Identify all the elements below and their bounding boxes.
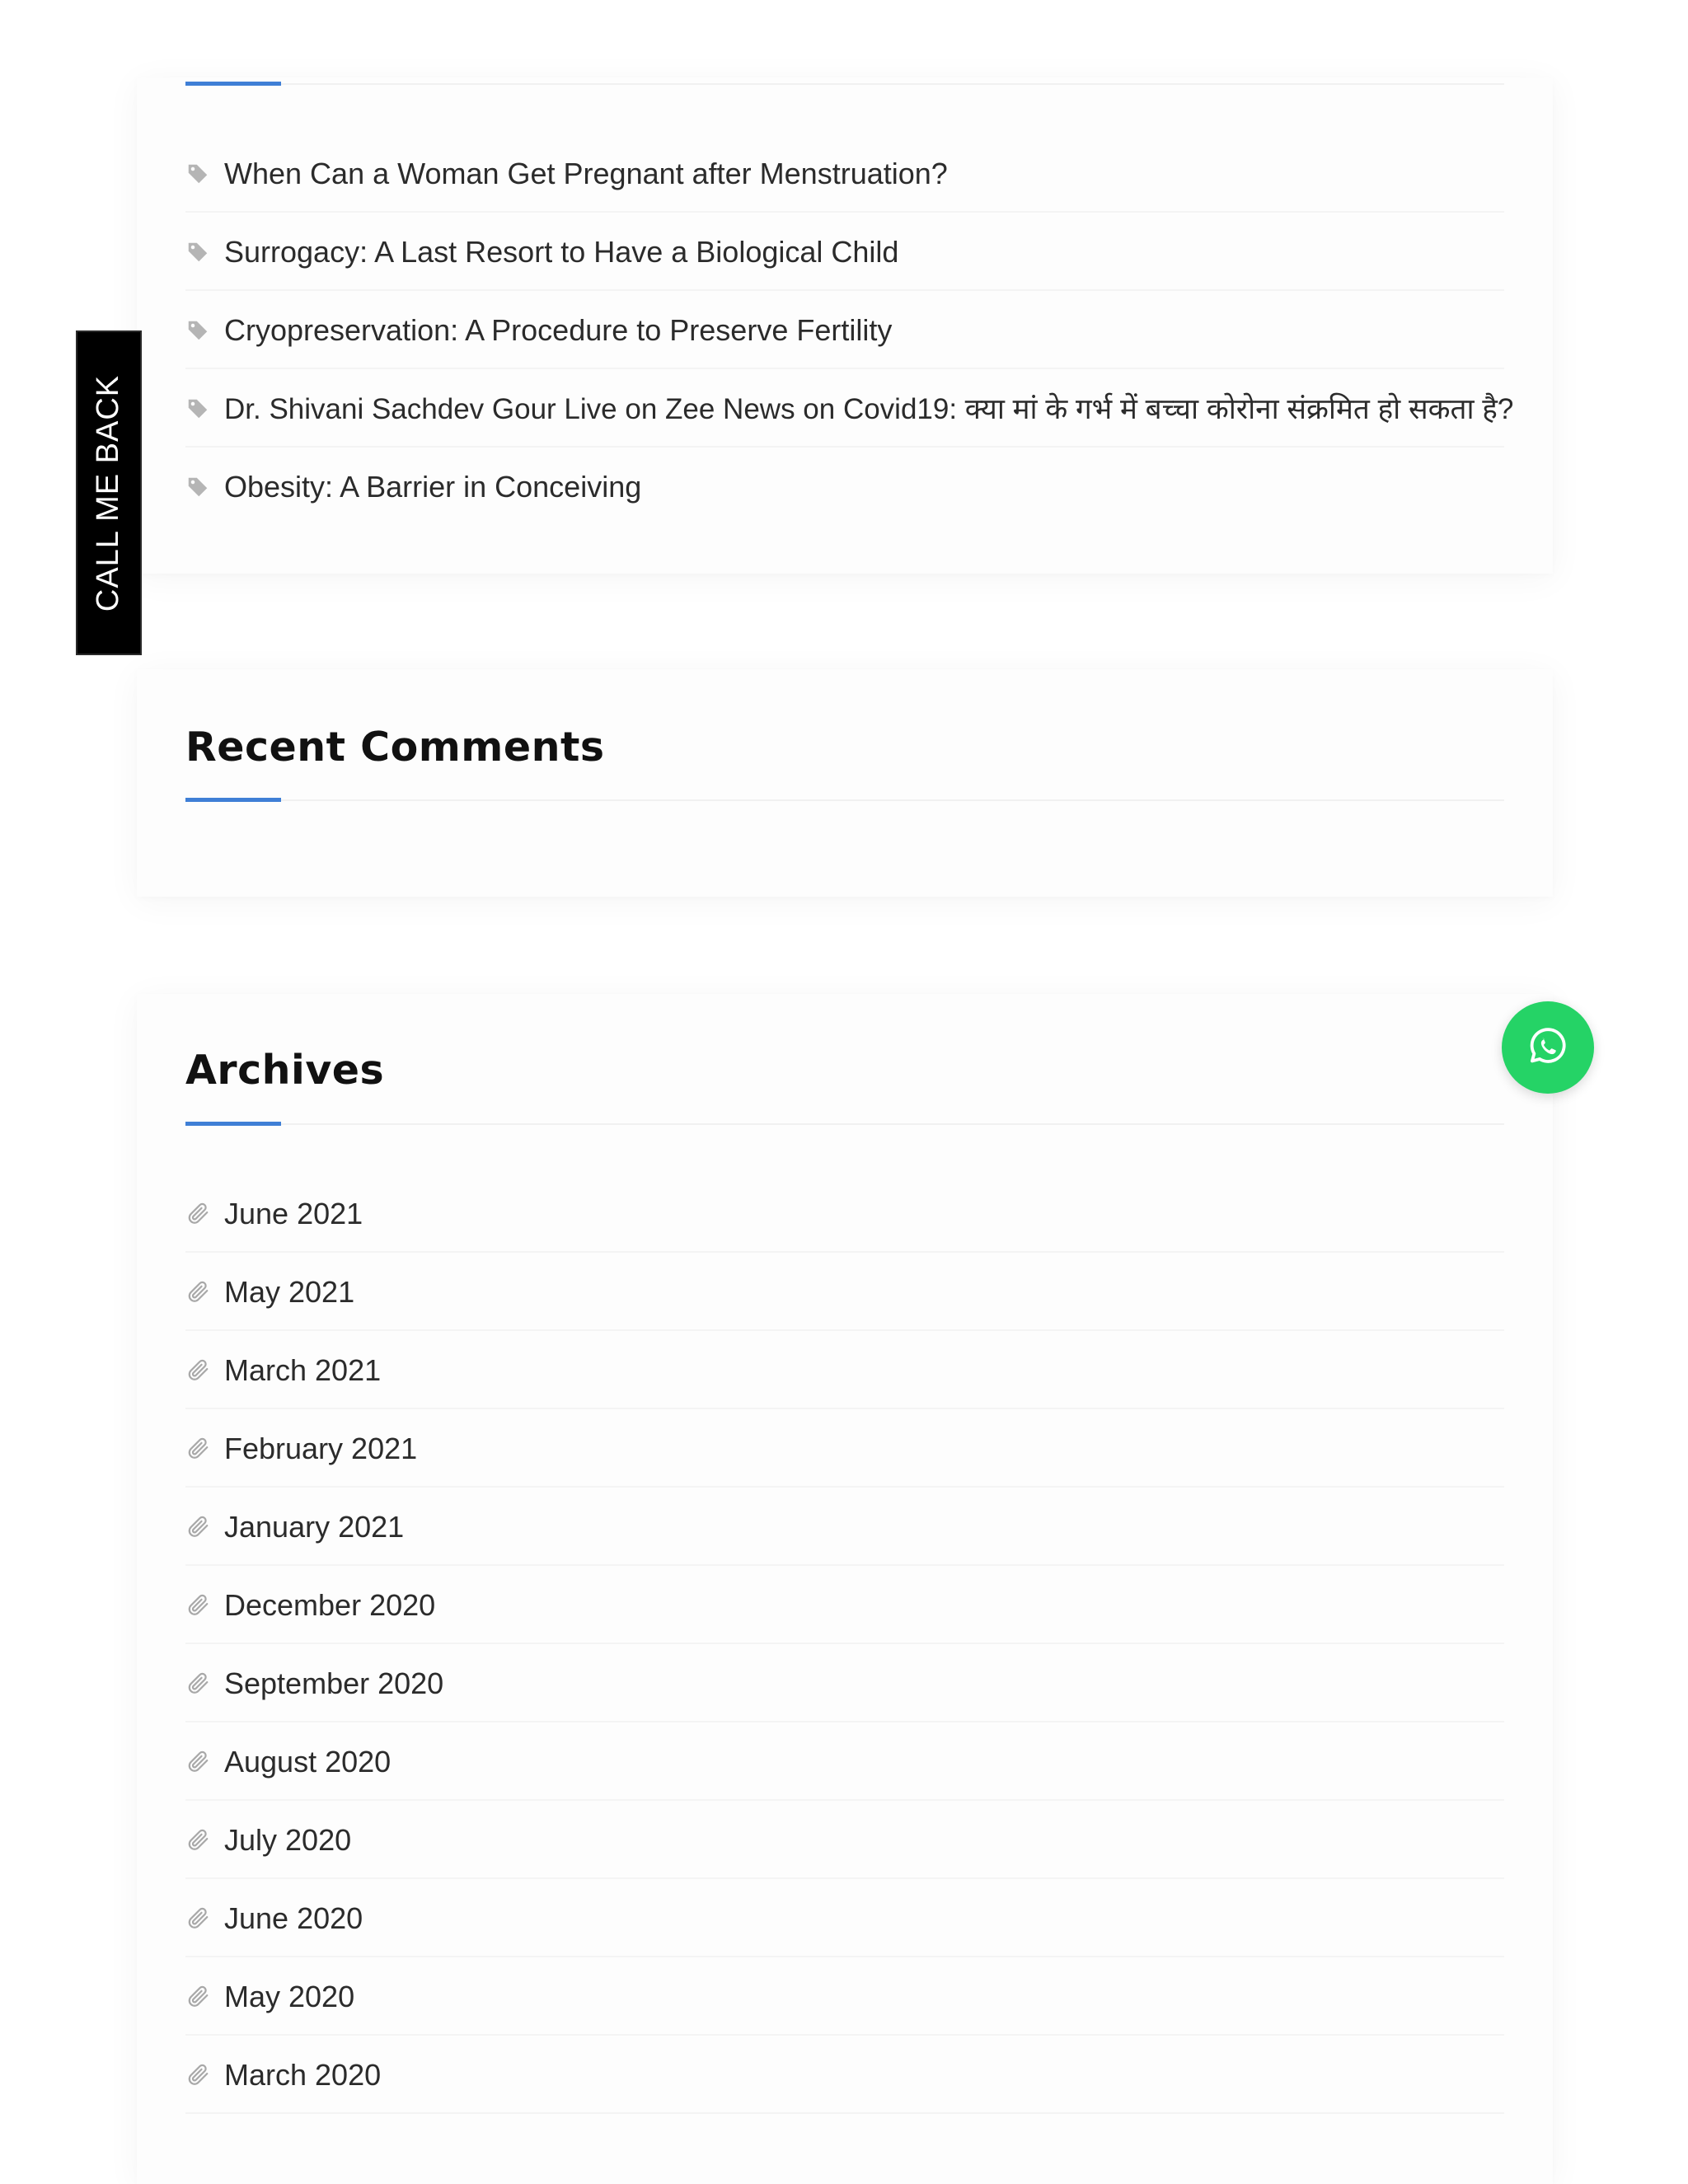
paperclip-icon — [185, 1202, 210, 1226]
archive-link[interactable]: January 2021 — [224, 1510, 404, 1544]
paperclip-icon — [185, 1828, 210, 1853]
paperclip-icon — [185, 1750, 210, 1774]
widget-title-underline — [185, 798, 281, 802]
paperclip-icon — [185, 1671, 210, 1696]
recent-comments-widget: Recent Comments — [137, 669, 1553, 897]
paperclip-icon — [185, 1593, 210, 1618]
archives-title: Archives — [185, 1047, 385, 1094]
tag-icon — [185, 318, 210, 343]
archive-item[interactable]: May 2021 — [185, 1253, 1504, 1331]
paperclip-icon — [185, 2063, 210, 2088]
archive-link[interactable]: March 2021 — [224, 1353, 381, 1388]
recent-comments-title: Recent Comments — [185, 724, 605, 771]
archive-link[interactable]: August 2020 — [224, 1745, 391, 1779]
archive-link[interactable]: May 2021 — [224, 1275, 354, 1310]
paperclip-icon — [185, 1436, 210, 1461]
recent-post-link[interactable]: Obesity: A Barrier in Conceiving — [224, 470, 641, 504]
paperclip-icon — [185, 1515, 210, 1540]
archive-item[interactable]: March 2020 — [185, 2036, 1504, 2114]
widget-title-underline — [185, 82, 281, 86]
archive-item[interactable]: May 2020 — [185, 1957, 1504, 2036]
recent-post-item[interactable]: When Can a Woman Get Pregnant after Mens… — [185, 134, 1504, 213]
recent-post-item[interactable]: Cryopreservation: A Procedure to Preserv… — [185, 291, 1504, 369]
recent-post-item[interactable]: Surrogacy: A Last Resort to Have a Biolo… — [185, 213, 1504, 291]
paperclip-icon — [185, 1280, 210, 1305]
archive-link[interactable]: July 2020 — [224, 1823, 351, 1858]
recent-post-link[interactable]: Surrogacy: A Last Resort to Have a Biolo… — [224, 235, 898, 269]
archive-link[interactable]: May 2020 — [224, 1980, 354, 2014]
archive-link[interactable]: December 2020 — [224, 1588, 435, 1623]
archive-item[interactable]: July 2020 — [185, 1801, 1504, 1879]
whatsapp-button[interactable] — [1502, 1001, 1594, 1094]
paperclip-icon — [185, 1985, 210, 2009]
widget-divider — [185, 1123, 1504, 1125]
tag-icon — [185, 396, 210, 421]
archives-widget: Archives June 2021 May 2021 March 2021 F… — [137, 994, 1553, 2184]
call-me-back-label: CALL ME BACK — [91, 374, 126, 612]
call-me-back-button[interactable]: CALL ME BACK — [76, 330, 142, 655]
recent-posts-widget: When Can a Woman Get Pregnant after Mens… — [137, 77, 1553, 574]
paperclip-icon — [185, 1358, 210, 1383]
widget-title-underline — [185, 1122, 281, 1126]
widget-divider — [185, 799, 1504, 801]
archive-item[interactable]: August 2020 — [185, 1722, 1504, 1801]
archive-item[interactable]: February 2021 — [185, 1409, 1504, 1488]
archive-item[interactable]: June 2020 — [185, 1879, 1504, 1957]
recent-post-item[interactable]: Obesity: A Barrier in Conceiving — [185, 448, 1504, 526]
archive-item[interactable]: December 2020 — [185, 1566, 1504, 1644]
recent-post-item[interactable]: Dr. Shivani Sachdev Gour Live on Zee New… — [185, 369, 1513, 448]
archive-link[interactable]: March 2020 — [224, 2058, 381, 2093]
recent-post-link[interactable]: Cryopreservation: A Procedure to Preserv… — [224, 313, 892, 348]
archive-item[interactable]: September 2020 — [185, 1644, 1504, 1722]
archive-item[interactable]: March 2021 — [185, 1331, 1504, 1409]
widget-divider — [185, 83, 1504, 85]
tag-icon — [185, 475, 210, 499]
archive-item[interactable]: January 2021 — [185, 1488, 1504, 1566]
recent-post-link[interactable]: Dr. Shivani Sachdev Gour Live on Zee New… — [224, 389, 1513, 428]
whatsapp-icon — [1526, 1024, 1570, 1072]
archive-item[interactable]: June 2021 — [185, 1174, 1504, 1253]
recent-post-link[interactable]: When Can a Woman Get Pregnant after Mens… — [224, 157, 948, 191]
archive-link[interactable]: September 2020 — [224, 1666, 443, 1701]
tag-icon — [185, 240, 210, 265]
archive-link[interactable]: June 2020 — [224, 1901, 363, 1936]
paperclip-icon — [185, 1906, 210, 1931]
archive-link[interactable]: February 2021 — [224, 1432, 417, 1466]
archive-link[interactable]: June 2021 — [224, 1197, 363, 1231]
tag-icon — [185, 162, 210, 186]
